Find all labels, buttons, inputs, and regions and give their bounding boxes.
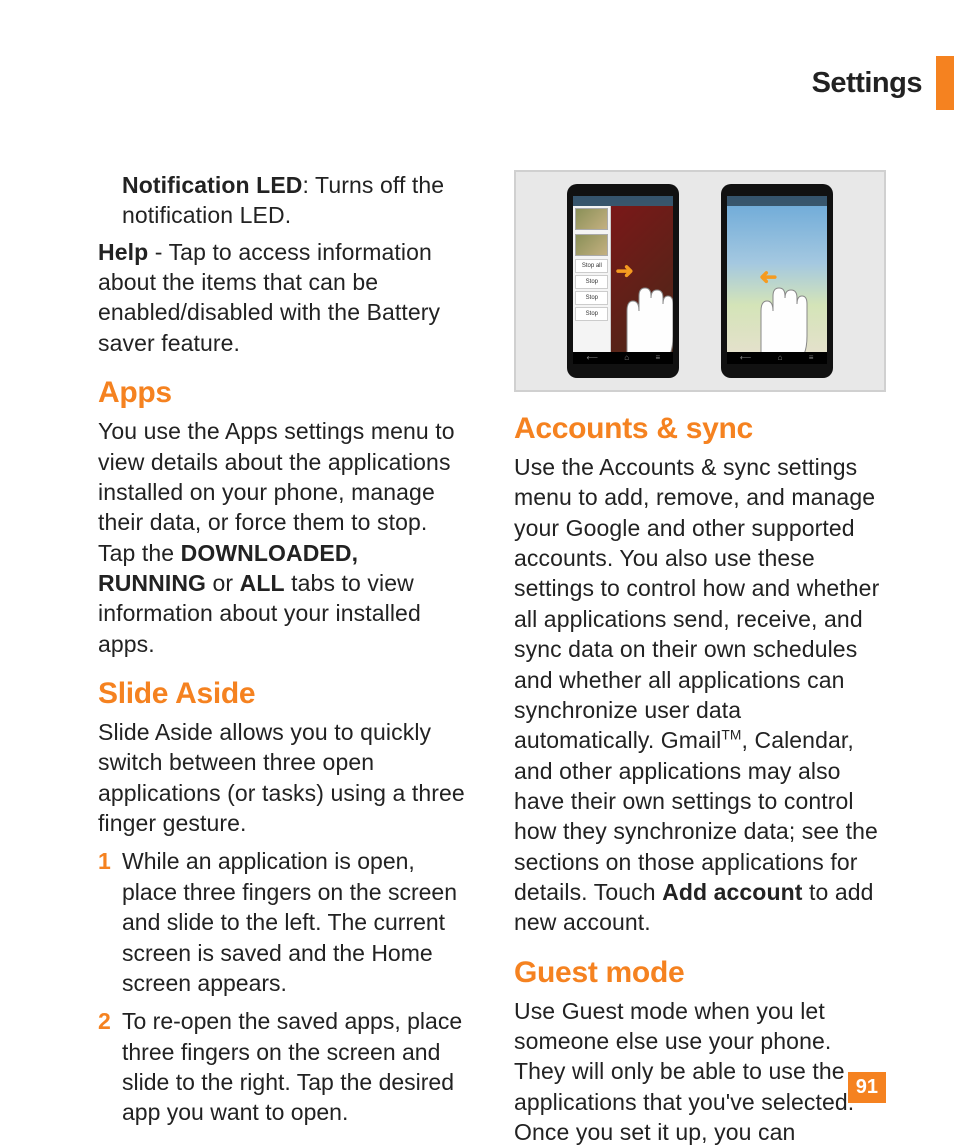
right-column: Stop all Stop Stop Stop ➜ ⟵⌂≡ xyxy=(514,170,886,1148)
step-number-2: 2 xyxy=(98,1006,111,1036)
stop-button: Stop xyxy=(575,291,608,305)
page-header: Settings xyxy=(812,56,954,110)
stop-all-button: Stop all xyxy=(575,259,608,273)
apps-bold-all: ALL xyxy=(240,570,285,596)
step-1: 1 While an application is open, place thr… xyxy=(98,846,470,998)
left-column: Notification LED: Turns off the notifica… xyxy=(98,170,470,1148)
step-1-text: While an application is open, place thre… xyxy=(122,848,457,995)
trademark-symbol: TM xyxy=(721,728,741,743)
hand-gesture-icon xyxy=(741,266,811,364)
slide-aside-heading: Slide Aside xyxy=(98,677,470,711)
phone-illustration-slide-right: ➜ ⟵⌂≡ xyxy=(721,184,833,378)
page-number: 91 xyxy=(848,1072,886,1103)
hand-gesture-icon xyxy=(607,266,673,364)
phone-illustration-slide-left: Stop all Stop Stop Stop ➜ ⟵⌂≡ xyxy=(567,184,679,378)
help-item: Help - Tap to access information about t… xyxy=(98,237,470,358)
header-title: Settings xyxy=(812,67,922,100)
slide-aside-body: Slide Aside allows you to quickly switch… xyxy=(98,717,470,838)
stop-button: Stop xyxy=(575,307,608,321)
slide-aside-steps: 1 While an application is open, place thr… xyxy=(98,846,470,1127)
header-accent-bar xyxy=(936,56,954,110)
step-number-1: 1 xyxy=(98,846,111,876)
notification-led-label: Notification LED xyxy=(122,172,302,198)
accounts-body-pre: Use the Accounts & sync settings menu to… xyxy=(514,454,879,753)
apps-body: You use the Apps settings menu to view d… xyxy=(98,416,470,659)
slide-aside-figure: Stop all Stop Stop Stop ➜ ⟵⌂≡ xyxy=(514,170,886,392)
page-content: Notification LED: Turns off the notifica… xyxy=(98,170,886,1148)
guest-mode-heading: Guest mode xyxy=(514,956,886,990)
apps-mid: or xyxy=(206,570,240,596)
guest-mode-body: Use Guest mode when you let someone else… xyxy=(514,996,886,1148)
help-desc: - Tap to access information about the it… xyxy=(98,239,440,356)
accounts-sync-body: Use the Accounts & sync settings menu to… xyxy=(514,452,886,938)
stop-button: Stop xyxy=(575,275,608,289)
add-account-bold: Add account xyxy=(662,879,802,905)
apps-heading: Apps xyxy=(98,376,470,410)
notification-led-item: Notification LED: Turns off the notifica… xyxy=(122,170,470,231)
step-2-text: To re-open the saved apps, place three f… xyxy=(122,1008,462,1125)
accounts-sync-heading: Accounts & sync xyxy=(514,412,886,446)
step-2: 2 To re-open the saved apps, place three … xyxy=(98,1006,470,1127)
help-label: Help xyxy=(98,239,148,265)
